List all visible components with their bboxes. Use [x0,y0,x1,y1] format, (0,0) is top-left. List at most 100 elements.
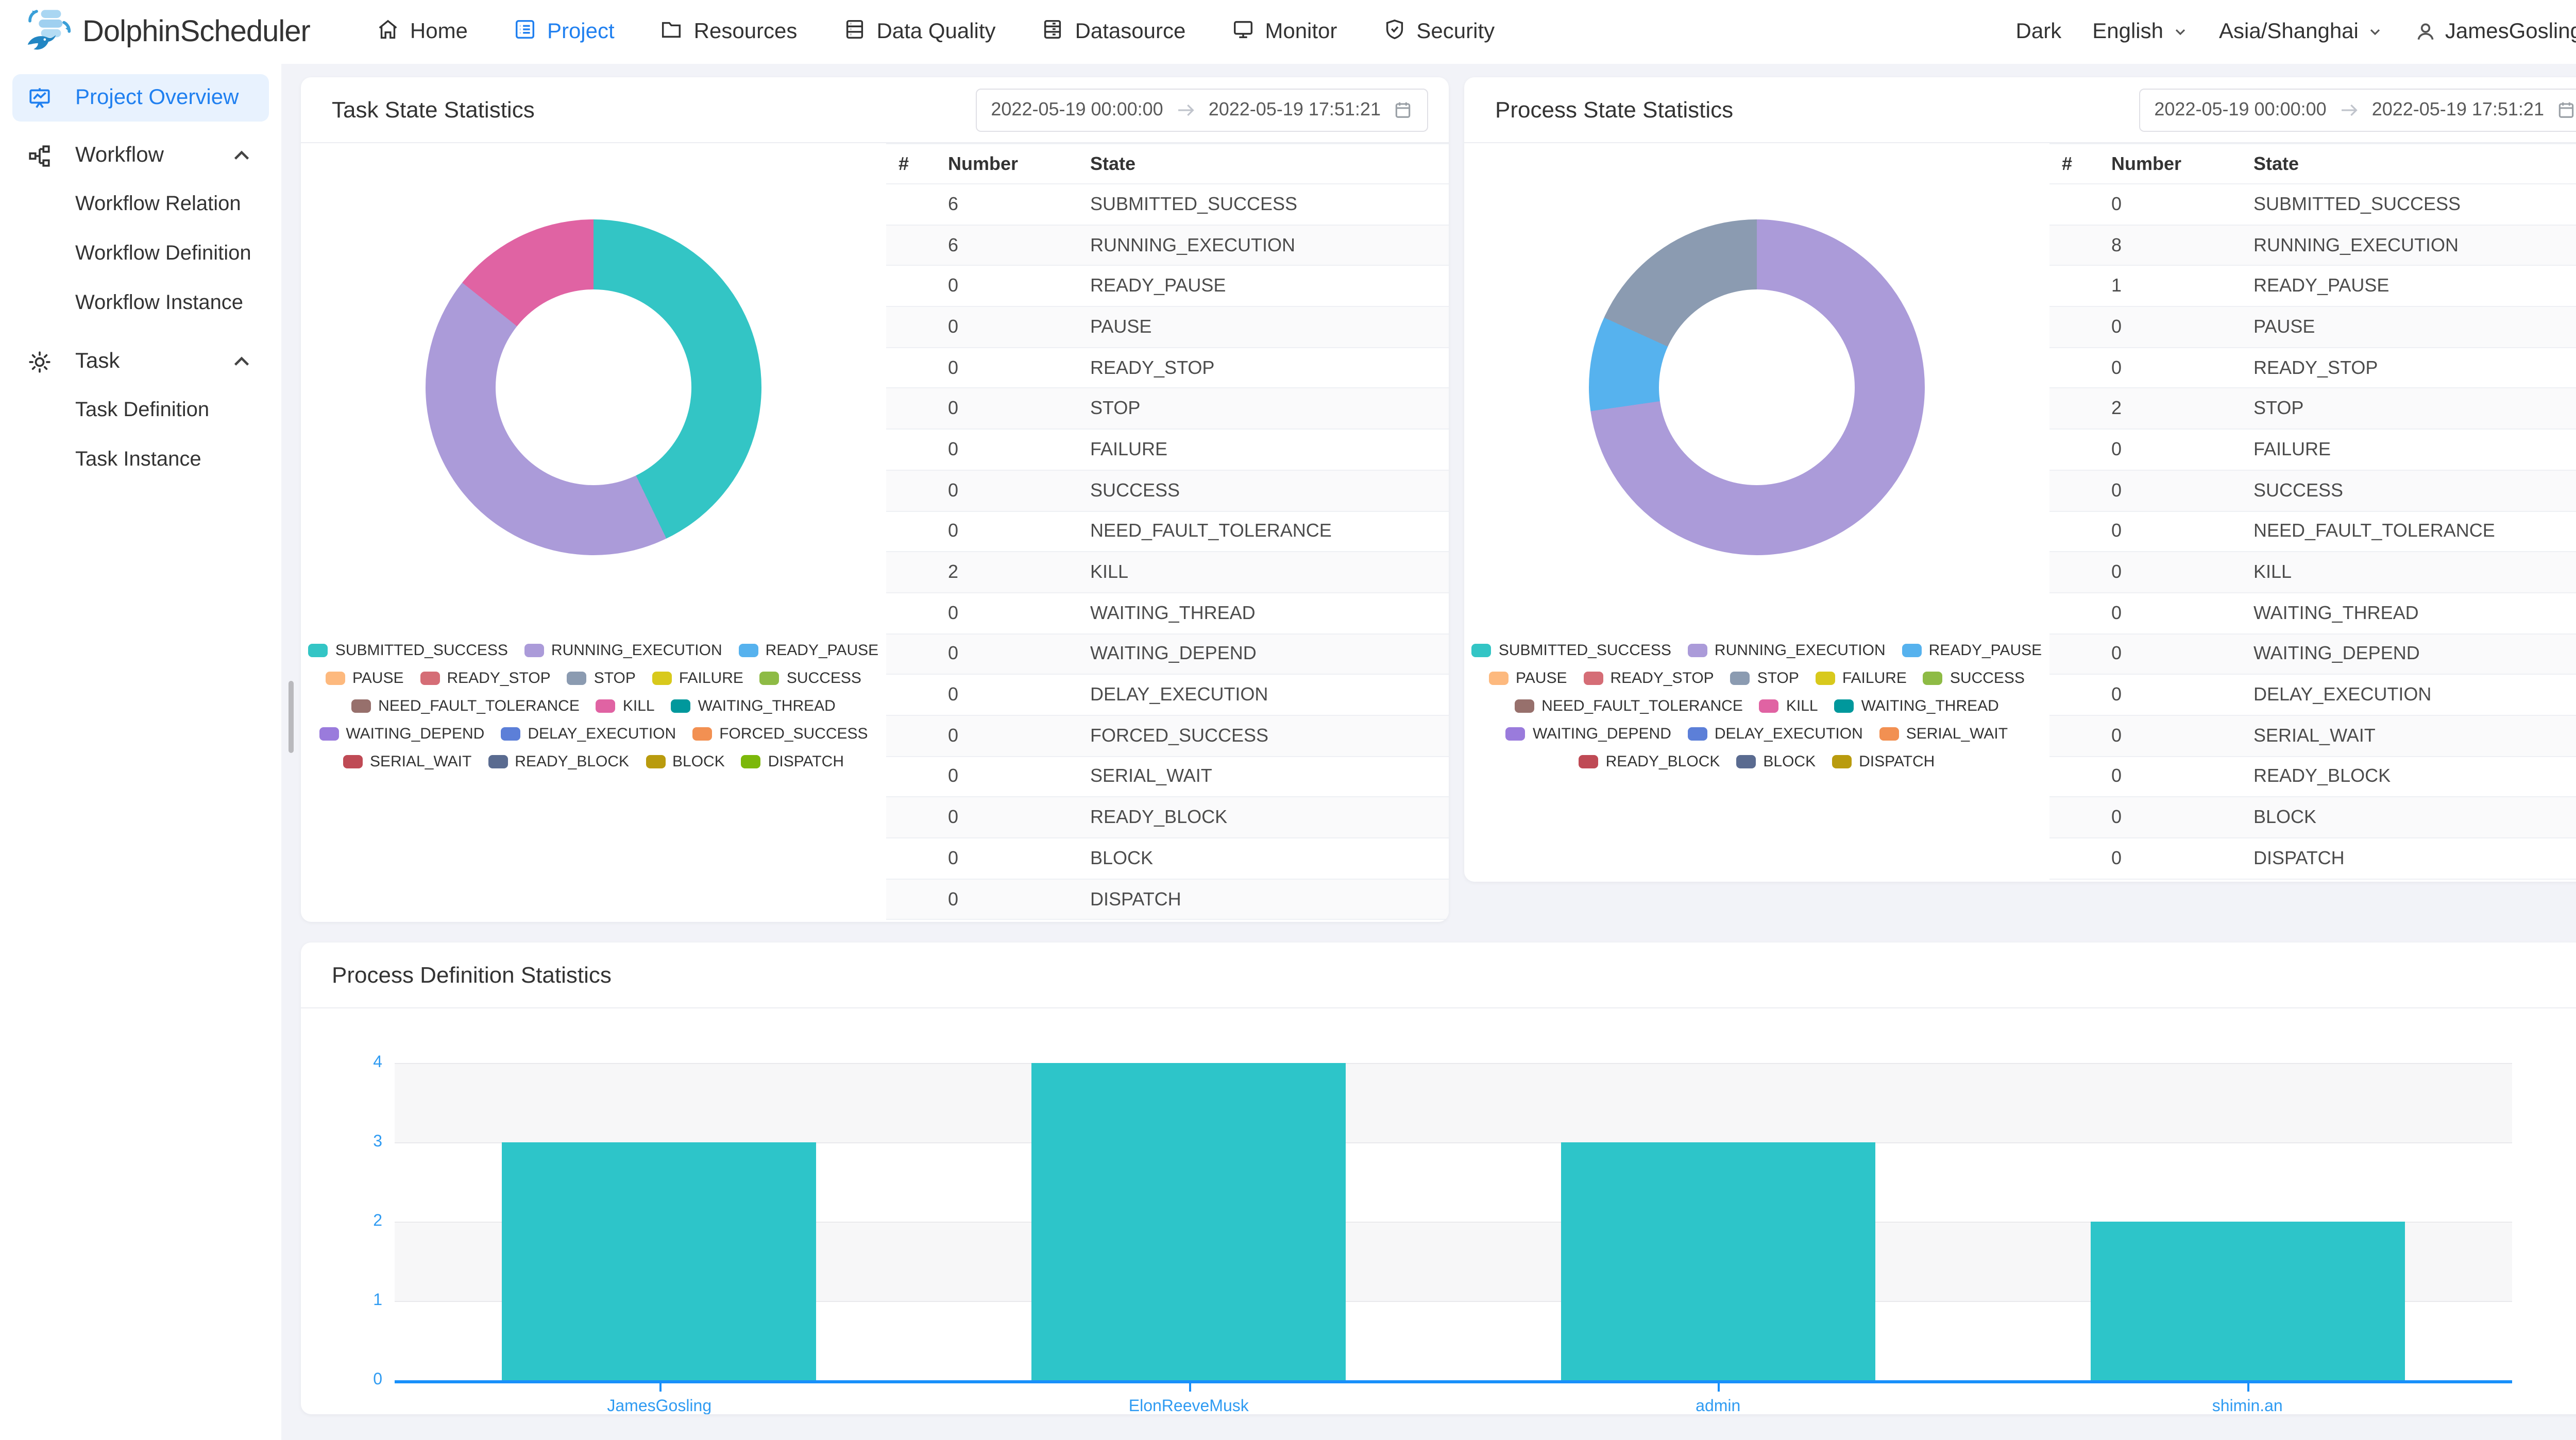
bar-ElonReeveMusk [1031,1063,1346,1380]
legend-item-forced_success[interactable]: FORCED_SUCCESS [692,725,868,743]
number-cell: 0 [948,316,1090,338]
legend-item-kill[interactable]: KILL [1759,697,1818,715]
table-row: 0FAILURE [886,430,1449,470]
y-axis-tick-label: 0 [331,1371,382,1390]
legend-item-delay_execution[interactable]: DELAY_EXECUTION [1688,725,1863,743]
state-cell: SUCCESS [2253,479,2576,501]
card-title: Process Definition Statistics [332,962,612,988]
legend-item-waiting_thread[interactable]: WAITING_THREAD [671,697,836,715]
legend-row: READY_BLOCK BLOCK DISPATCH [1464,753,2049,770]
table-column-header: State [2253,153,2576,175]
legend-item-block[interactable]: BLOCK [646,753,725,770]
nav-item-project[interactable]: Project [513,17,615,47]
language-select[interactable]: English [2092,20,2188,44]
sidebar-item-task-definition[interactable]: Task Definition [12,385,269,435]
date-range-picker[interactable]: 2022-05-19 00:00:00 2022-05-19 17:51:21 [975,88,1428,131]
legend-item-serial_wait[interactable]: SERIAL_WAIT [343,753,471,770]
state-cell: KILL [1090,561,1449,583]
legend-item-failure[interactable]: FAILURE [1816,670,1907,687]
date-end: 2022-05-19 17:51:21 [2372,99,2544,121]
monitor-icon [1231,17,1255,47]
legend-label: DISPATCH [1859,753,1935,770]
state-cell: DISPATCH [2253,848,2576,869]
nav-right-controls: Dark English Asia/Shanghai JamesGosling [2016,20,2576,44]
legend-item-waiting_thread[interactable]: WAITING_THREAD [1835,697,1999,715]
state-cell: SUBMITTED_SUCCESS [2253,194,2576,215]
legend-label: READY_STOP [447,670,551,687]
legend-item-ready_stop[interactable]: READY_STOP [420,670,551,687]
legend-item-pause[interactable]: PAUSE [326,670,404,687]
state-cell: WAITING_DEPEND [2253,643,2576,665]
number-cell: 0 [948,725,1090,747]
legend-item-dispatch[interactable]: DISPATCH [1832,753,1935,770]
legend-color-chip [1832,755,1852,768]
legend-item-success[interactable]: SUCCESS [1923,670,2025,687]
legend-item-dispatch[interactable]: DISPATCH [741,753,844,770]
legend-row: WAITING_DEPEND DELAY_EXECUTION SERIAL_WAIT [1464,725,2049,743]
nav-item-resources[interactable]: Resources [660,17,798,47]
legend-item-need_fault_tolerance[interactable]: NEED_FAULT_TOLERANCE [1515,697,1743,715]
legend-item-ready_block[interactable]: READY_BLOCK [488,753,629,770]
user-menu[interactable]: JamesGosling [2414,20,2576,44]
legend-item-kill[interactable]: KILL [596,697,655,715]
state-cell: SERIAL_WAIT [1090,766,1449,787]
nav-item-home[interactable]: Home [376,17,468,47]
legend-item-ready_stop[interactable]: READY_STOP [1584,670,1714,687]
legend-color-chip [1506,727,1526,741]
legend-color-chip [1472,644,1492,657]
state-cell: READY_BLOCK [2253,766,2576,787]
sidebar-item-task[interactable]: Task [12,338,269,385]
legend-color-chip [1688,644,1707,657]
legend-item-stop[interactable]: STOP [1731,670,1799,687]
number-cell: 0 [2111,602,2253,624]
table-header-row: #NumberState [2049,143,2576,184]
number-cell: 0 [948,684,1090,706]
nav-item-datasource[interactable]: Datasource [1041,17,1186,47]
table-row: 6RUNNING_EXECUTION [886,225,1449,266]
legend-item-ready_pause[interactable]: READY_PAUSE [1902,642,2042,659]
sidebar-item-project-overview[interactable]: Project Overview [12,74,269,122]
state-cell: READY_STOP [1090,357,1449,379]
sidebar-item-workflow-relation[interactable]: Workflow Relation [12,179,269,229]
legend-item-serial_wait[interactable]: SERIAL_WAIT [1879,725,2008,743]
legend-row: NEED_FAULT_TOLERANCE KILL WAITING_THREAD [1464,697,2049,715]
legend-label: PAUSE [1516,670,1567,687]
sidebar-item-task-instance[interactable]: Task Instance [12,435,269,484]
nav-item-security[interactable]: Security [1382,17,1495,47]
state-cell: SERIAL_WAIT [2253,725,2576,747]
legend-item-block[interactable]: BLOCK [1736,753,1816,770]
legend-item-submitted_success[interactable]: SUBMITTED_SUCCESS [1472,642,1671,659]
legend-item-need_fault_tolerance[interactable]: NEED_FAULT_TOLERANCE [351,697,580,715]
legend-row: PAUSE READY_STOP STOP FAILURE SUCCESS [1464,670,2049,687]
legend-label: STOP [594,670,636,687]
legend-item-submitted_success[interactable]: SUBMITTED_SUCCESS [309,642,508,659]
legend-item-success[interactable]: SUCCESS [760,670,861,687]
legend-color-chip [1489,672,1509,685]
number-cell: 0 [2111,521,2253,542]
legend-item-failure[interactable]: FAILURE [652,670,743,687]
nav-item-data-quality[interactable]: Data Quality [842,17,995,47]
number-cell: 0 [2111,439,2253,460]
legend-item-waiting_depend[interactable]: WAITING_DEPEND [319,725,484,743]
legend-item-pause[interactable]: PAUSE [1489,670,1567,687]
nav-item-monitor[interactable]: Monitor [1231,17,1337,47]
sidebar-item-workflow-instance[interactable]: Workflow Instance [12,278,269,328]
workflow-icon [27,143,53,168]
legend-item-waiting_depend[interactable]: WAITING_DEPEND [1506,725,1671,743]
theme-toggle[interactable]: Dark [2016,20,2062,44]
project-overview-icon [27,85,53,111]
bar-JamesGosling [502,1142,817,1380]
legend-item-running_execution[interactable]: RUNNING_EXECUTION [1688,642,1886,659]
date-range-picker[interactable]: 2022-05-19 00:00:00 2022-05-19 17:51:21 [2139,88,2576,131]
sidebar-item-workflow-definition[interactable]: Workflow Definition [12,229,269,278]
brand[interactable]: DolphinScheduler [25,6,310,58]
legend-item-running_execution[interactable]: RUNNING_EXECUTION [524,642,722,659]
legend-label: SERIAL_WAIT [370,753,471,770]
timezone-select[interactable]: Asia/Shanghai [2219,20,2383,44]
sidebar-item-workflow[interactable]: Workflow [12,132,269,179]
legend-item-delay_execution[interactable]: DELAY_EXECUTION [501,725,676,743]
legend-item-stop[interactable]: STOP [567,670,636,687]
legend-item-ready_block[interactable]: READY_BLOCK [1579,753,1720,770]
legend-item-ready_pause[interactable]: READY_PAUSE [739,642,879,659]
chart-gridline [395,1063,2512,1064]
